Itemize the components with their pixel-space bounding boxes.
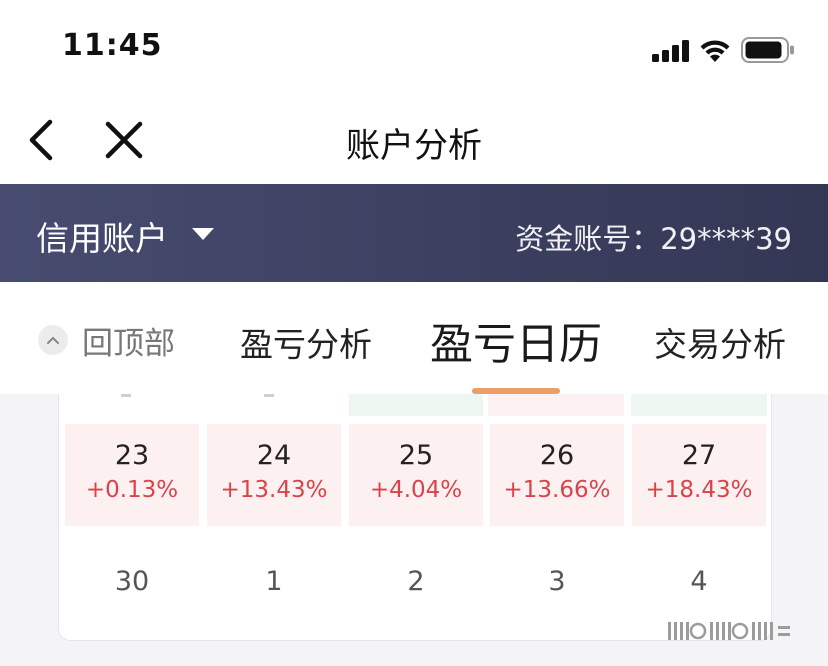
day-number: 1	[265, 566, 283, 597]
battery-icon	[741, 37, 794, 63]
day-number: 26	[539, 440, 575, 471]
page-title: 账户分析	[346, 126, 482, 166]
day-number: 3	[548, 566, 566, 597]
page: 11:45 账户分析 信用账户 资金账号：29****39 回顶部 盈亏分析 盈…	[0, 0, 828, 666]
calendar-day-cell[interactable]: 26 +13.66%	[490, 424, 624, 526]
tab-bar: 回顶部 盈亏分析 盈亏日历 交易分析	[0, 282, 828, 394]
calendar-day-cell[interactable]: 23 +0.13%	[65, 424, 199, 526]
prev-row-cell	[631, 394, 767, 416]
tab-trade-analysis[interactable]: 交易分析	[654, 318, 786, 366]
prev-row-dot	[121, 394, 131, 397]
nav-bar: 账户分析	[0, 98, 828, 184]
day-number: 24	[256, 440, 292, 471]
calendar-day-cell[interactable]: 3	[490, 554, 624, 614]
watermark-logo	[668, 618, 808, 650]
day-profit-pct: +0.13%	[85, 477, 179, 503]
prev-row-cell	[488, 394, 624, 416]
prev-row-dot	[264, 394, 274, 397]
day-number: 25	[398, 440, 434, 471]
day-number: 4	[690, 566, 708, 597]
tab-profit-analysis[interactable]: 盈亏分析	[240, 318, 372, 366]
dropdown-triangle-icon[interactable]	[190, 226, 216, 242]
calendar-card: 23 +0.13% 24 +13.43% 25 +4.04% 26 +13.66…	[58, 394, 772, 641]
day-profit-pct: +18.43%	[645, 477, 753, 503]
status-bar: 11:45	[0, 0, 828, 98]
calendar-day-cell[interactable]: 25 +4.04%	[349, 424, 483, 526]
day-profit-pct: +4.04%	[369, 477, 463, 503]
chevron-up-icon	[38, 325, 68, 355]
day-profit-pct: +13.43%	[220, 477, 328, 503]
calendar-day-cell[interactable]: 4	[632, 554, 766, 614]
tab-profit-calendar[interactable]: 盈亏日历	[430, 310, 602, 372]
calendar-day-cell[interactable]: 27 +18.43%	[632, 424, 766, 526]
calendar-day-cell[interactable]: 30	[65, 554, 199, 614]
calendar-day-cell[interactable]: 1	[207, 554, 341, 614]
prev-row-cell	[349, 394, 483, 416]
day-profit-pct: +13.66%	[503, 477, 611, 503]
day-number: 27	[681, 440, 717, 471]
status-time: 11:45	[62, 28, 163, 63]
signal-icon	[652, 40, 689, 62]
account-type-selector[interactable]: 信用账户	[36, 212, 168, 260]
day-number: 2	[407, 566, 425, 597]
calendar-day-cell[interactable]: 24 +13.43%	[207, 424, 341, 526]
day-number: 23	[114, 440, 150, 471]
back-to-top-label: 回顶部	[82, 325, 175, 362]
day-number: 30	[114, 566, 150, 597]
calendar-day-cell[interactable]: 2	[349, 554, 483, 614]
back-to-top-button[interactable]: 回顶部	[38, 320, 175, 362]
account-bar: 信用账户 资金账号：29****39	[0, 184, 828, 282]
wifi-icon	[700, 40, 730, 62]
fund-account-number: 资金账号：29****39	[515, 222, 792, 256]
